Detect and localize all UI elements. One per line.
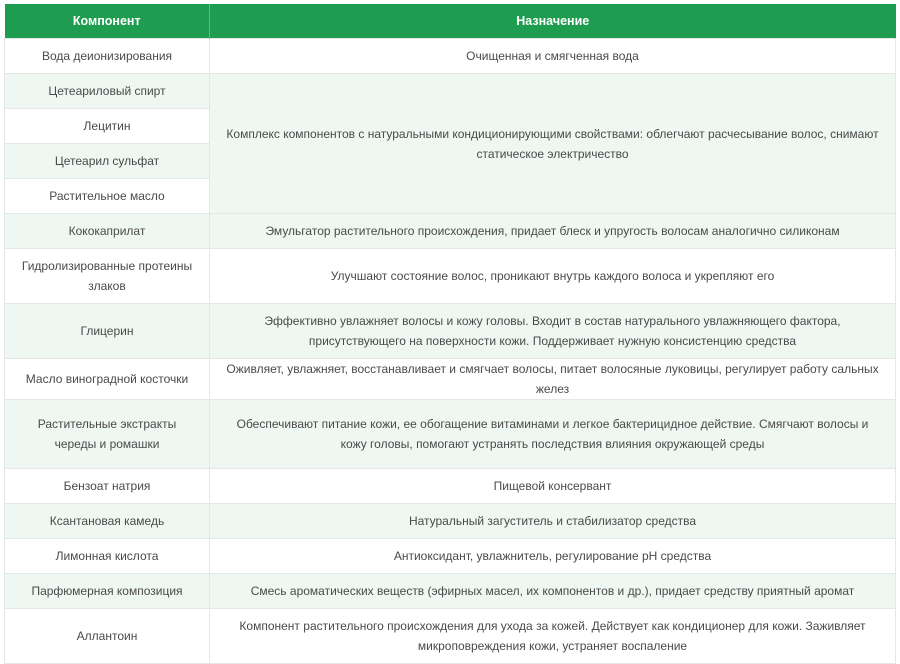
component-cell: Аллантоин	[4, 608, 210, 664]
table-row: Аллантоин Компонент растительного происх…	[4, 608, 896, 664]
purpose-cell: Улучшают состояние волос, проникают внут…	[209, 248, 896, 304]
component-cell: Парфюмерная композиция	[4, 573, 210, 609]
header-component: Компонент	[4, 4, 210, 39]
table-row: Растительные экстракты череды и ромашки …	[4, 399, 896, 469]
component-cell: Масло виноградной косточки	[4, 358, 210, 400]
component-cell: Гидролизированные протеины злаков	[4, 248, 210, 304]
table-row: Вода деионизирования Очищенная и смягчен…	[4, 38, 896, 74]
ingredients-table-container: Компонент Назначение Вода деионизировани…	[4, 4, 896, 664]
purpose-cell: Пищевой консервант	[209, 468, 896, 504]
component-cell: Цетеарил сульфат	[4, 143, 210, 179]
component-cell: Растительное масло	[4, 178, 210, 214]
component-cell: Бензоат натрия	[4, 468, 210, 504]
purpose-cell: Обеспечивают питание кожи, ее обогащение…	[209, 399, 896, 469]
purpose-cell: Смесь ароматических веществ (эфирных мас…	[209, 573, 896, 609]
table-row: Бензоат натрия Пищевой консервант	[4, 468, 896, 504]
component-cell: Лецитин	[4, 108, 210, 144]
component-cell: Глицерин	[4, 303, 210, 359]
purpose-cell: Эмульгатор растительного происхождения, …	[209, 213, 896, 249]
table-row: Цетеариловый спирт Комплекс компонентов …	[4, 73, 896, 214]
purpose-cell-merged: Комплекс компонентов с натуральными конд…	[209, 73, 896, 214]
table-row: Лимонная кислота Антиоксидант, увлажните…	[4, 538, 896, 574]
component-cell: Ксантановая камедь	[4, 503, 210, 539]
component-cell: Кококаприлат	[4, 213, 210, 249]
purpose-cell: Очищенная и смягченная вода	[209, 38, 896, 74]
purpose-cell: Натуральный загуститель и стабилизатор с…	[209, 503, 896, 539]
table-row: Парфюмерная композиция Смесь ароматическ…	[4, 573, 896, 609]
component-cell: Лимонная кислота	[4, 538, 210, 574]
table-row: Кококаприлат Эмульгатор растительного пр…	[4, 213, 896, 249]
component-cell: Вода деионизирования	[4, 38, 210, 74]
table-row: Масло виноградной косточки Оживляет, увл…	[4, 358, 896, 400]
header-purpose: Назначение	[209, 4, 896, 39]
table-row: Глицерин Эффективно увлажняет волосы и к…	[4, 303, 896, 359]
table-row: Гидролизированные протеины злаков Улучша…	[4, 248, 896, 304]
component-cell: Цетеариловый спирт	[4, 73, 210, 109]
purpose-cell: Оживляет, увлажняет, восстанавливает и с…	[209, 358, 896, 400]
purpose-cell: Антиоксидант, увлажнитель, регулирование…	[209, 538, 896, 574]
purpose-cell: Эффективно увлажняет волосы и кожу голов…	[209, 303, 896, 359]
table-header-row: Компонент Назначение	[4, 4, 896, 39]
purpose-cell: Компонент растительного происхождения дл…	[209, 608, 896, 664]
ingredients-table: Компонент Назначение Вода деионизировани…	[4, 4, 896, 664]
table-row: Ксантановая камедь Натуральный загустите…	[4, 503, 896, 539]
component-cell: Растительные экстракты череды и ромашки	[4, 399, 210, 469]
